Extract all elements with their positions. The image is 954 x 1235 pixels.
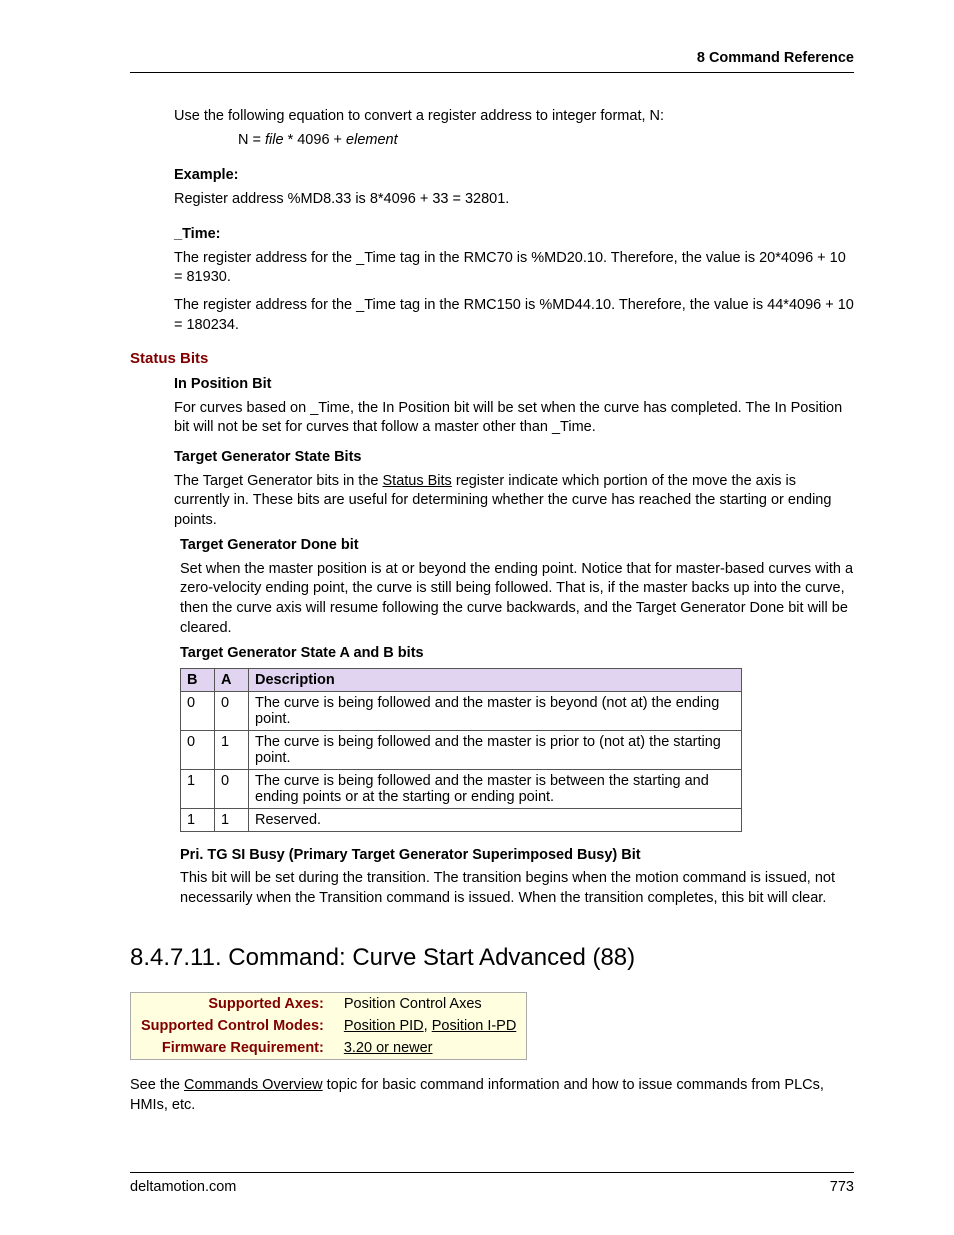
th-b: B xyxy=(181,668,215,691)
running-header: 8 Command Reference xyxy=(130,50,854,73)
modes-value: Position PID, Position I-PD xyxy=(334,1015,527,1037)
eq-element: element xyxy=(346,132,398,148)
footer: deltamotion.com 773 xyxy=(130,1172,854,1195)
page: 8 Command Reference Use the following eq… xyxy=(0,0,954,1235)
cell-b: 0 xyxy=(181,691,215,730)
in-position-bit-text: For curves based on _Time, the In Positi… xyxy=(174,399,854,438)
tg-done-label: Target Generator Done bit xyxy=(180,536,854,556)
table-header-row: B A Description xyxy=(181,668,742,691)
table-row: 0 0 The curve is being followed and the … xyxy=(181,691,742,730)
cell-a: 0 xyxy=(215,769,249,808)
fw-value: 3.20 or newer xyxy=(334,1037,527,1060)
position-pid-link[interactable]: Position PID xyxy=(344,1018,424,1034)
status-bits-heading: Status Bits xyxy=(130,349,854,369)
table-row: 0 1 The curve is being followed and the … xyxy=(181,730,742,769)
cell-d: Reserved. xyxy=(249,808,742,831)
table-row: 1 0 The curve is being followed and the … xyxy=(181,769,742,808)
modes-label: Supported Control Modes: xyxy=(131,1015,334,1037)
mode-sep: , xyxy=(424,1018,432,1034)
commands-overview-link[interactable]: Commands Overview xyxy=(184,1077,323,1093)
footer-domain: deltamotion.com xyxy=(130,1179,236,1195)
time-p2: The register address for the _Time tag i… xyxy=(174,296,854,335)
equation: N = file * 4096 + element xyxy=(238,131,854,151)
fw-link[interactable]: 3.20 or newer xyxy=(344,1040,433,1056)
see-paragraph: See the Commands Overview topic for basi… xyxy=(130,1076,854,1115)
eq-mid: * 4096 + xyxy=(284,132,346,148)
time-p1: The register address for the _Time tag i… xyxy=(174,249,854,288)
tgsi-label: Pri. TG SI Busy (Primary Target Generato… xyxy=(180,846,854,866)
axes-label: Supported Axes: xyxy=(131,993,334,1016)
cell-b: 1 xyxy=(181,808,215,831)
tgsb-a: The Target Generator bits in the xyxy=(174,473,383,489)
th-desc: Description xyxy=(249,668,742,691)
footer-page-number: 773 xyxy=(830,1179,854,1195)
tg-state-bits-label: Target Generator State Bits xyxy=(174,448,854,468)
cell-b: 1 xyxy=(181,769,215,808)
status-bits-link[interactable]: Status Bits xyxy=(383,473,452,489)
time-label: _Time: xyxy=(174,225,854,245)
tg-ab-label: Target Generator State A and B bits xyxy=(180,644,854,664)
intro-text: Use the following equation to convert a … xyxy=(174,107,854,127)
section-heading: 8.4.7.11. Command: Curve Start Advanced … xyxy=(130,944,854,972)
example-label: Example: xyxy=(174,166,854,186)
info-row-modes: Supported Control Modes: Position PID, P… xyxy=(131,1015,527,1037)
cell-d: The curve is being followed and the mast… xyxy=(249,769,742,808)
th-a: A xyxy=(215,668,249,691)
table-row: 1 1 Reserved. xyxy=(181,808,742,831)
tg-done-text: Set when the master position is at or be… xyxy=(180,560,854,638)
info-row-axes: Supported Axes: Position Control Axes xyxy=(131,993,527,1016)
cell-d: The curve is being followed and the mast… xyxy=(249,730,742,769)
eq-file: file xyxy=(265,132,284,148)
see-a: See the xyxy=(130,1077,184,1093)
example-text: Register address %MD8.33 is 8*4096 + 33 … xyxy=(174,190,854,210)
eq-prefix: N = xyxy=(238,132,265,148)
cell-a: 1 xyxy=(215,730,249,769)
fw-label: Firmware Requirement: xyxy=(131,1037,334,1060)
position-ipd-link[interactable]: Position I-PD xyxy=(432,1018,517,1034)
state-bits-table: B A Description 0 0 The curve is being f… xyxy=(180,668,742,832)
cell-a: 0 xyxy=(215,691,249,730)
cell-b: 0 xyxy=(181,730,215,769)
cell-d: The curve is being followed and the mast… xyxy=(249,691,742,730)
tg-state-bits-text: The Target Generator bits in the Status … xyxy=(174,472,854,531)
command-info-table: Supported Axes: Position Control Axes Su… xyxy=(130,992,527,1060)
info-row-fw: Firmware Requirement: 3.20 or newer xyxy=(131,1037,527,1060)
axes-value: Position Control Axes xyxy=(334,993,527,1016)
tgsi-text: This bit will be set during the transiti… xyxy=(180,869,854,908)
cell-a: 1 xyxy=(215,808,249,831)
in-position-bit-label: In Position Bit xyxy=(174,375,854,395)
